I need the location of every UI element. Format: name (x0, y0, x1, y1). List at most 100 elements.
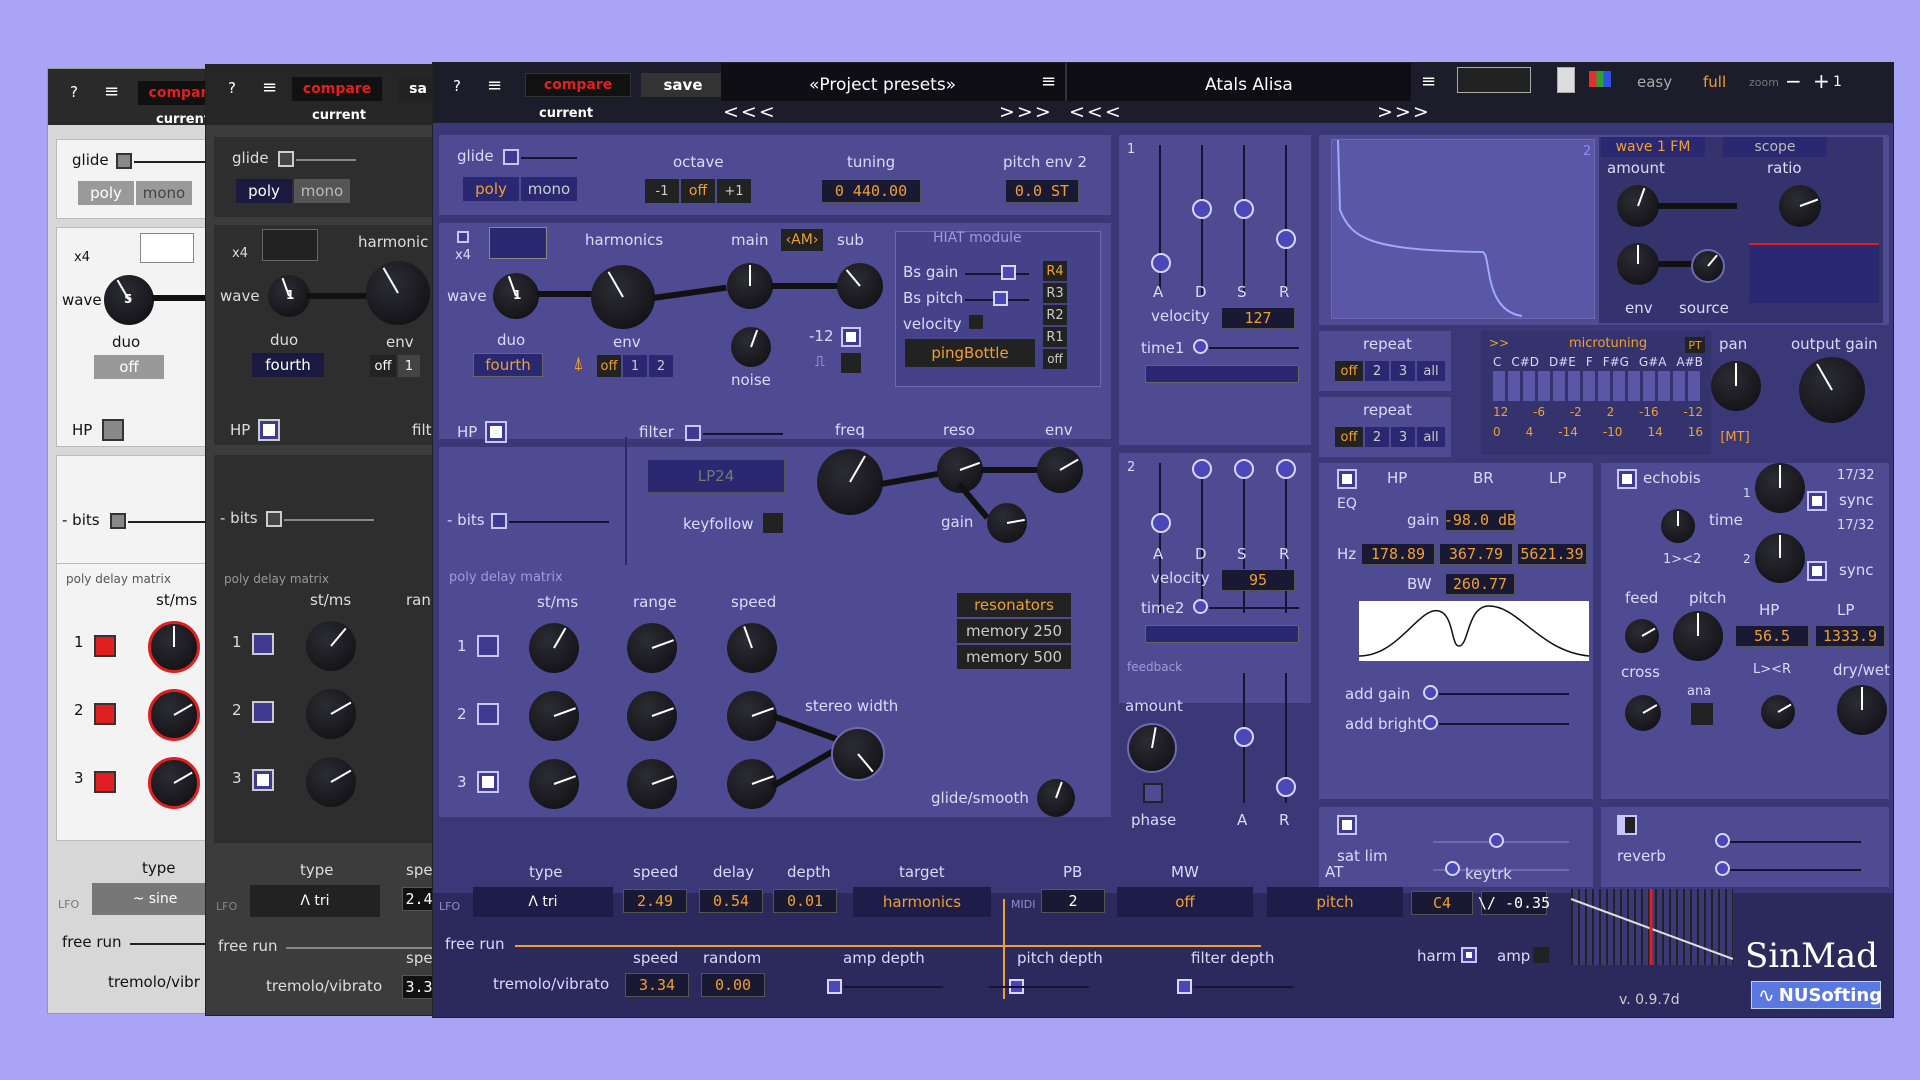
hiat-off-button[interactable]: off (1043, 349, 1067, 369)
add-bright-slider[interactable] (1423, 715, 1438, 730)
eq-lp-freq[interactable]: 5621.39 (1517, 543, 1587, 565)
bs-pitch-slider[interactable] (993, 291, 1008, 306)
harmonics-knob[interactable] (591, 265, 655, 329)
keytrack-amp-toggle[interactable] (1533, 947, 1549, 963)
feedback-release-slider[interactable] (1276, 777, 1296, 797)
memory-500-button[interactable]: memory 500 (957, 645, 1071, 669)
poly-button[interactable]: poly (463, 177, 519, 201)
delay-row2-toggle[interactable] (252, 701, 274, 723)
echo-hp-value[interactable]: 56.5 (1735, 625, 1809, 647)
delay-row1-toggle[interactable] (477, 635, 499, 657)
env-off-button[interactable]: off (597, 355, 621, 377)
delay-st-knob-2[interactable] (306, 689, 356, 739)
noise-knob[interactable] (731, 327, 771, 367)
save-button[interactable]: save (641, 73, 725, 97)
repeat1-2[interactable]: 2 (1365, 361, 1389, 381)
filter-depth-slider[interactable] (1177, 979, 1192, 994)
amp-depth-slider[interactable] (827, 979, 842, 994)
mt-button[interactable]: [MT] (1713, 427, 1757, 447)
env1-time-slider[interactable] (1193, 339, 1208, 354)
main-knob[interactable] (727, 263, 773, 309)
delay-row1-toggle[interactable] (252, 633, 274, 655)
waveform-view-icon[interactable] (1457, 67, 1531, 93)
delay-st-knob-3[interactable] (306, 757, 356, 807)
env-1-button[interactable]: 1 (398, 355, 420, 377)
phase-toggle[interactable] (1143, 783, 1163, 803)
delay-range-knob-2[interactable] (627, 691, 677, 741)
hiat-velocity-toggle[interactable] (969, 315, 983, 329)
x4-checkbox[interactable] (457, 231, 469, 243)
env2-decay-slider[interactable] (1192, 459, 1212, 479)
bits-slider[interactable] (491, 513, 507, 529)
delay-speed-knob-3[interactable] (727, 759, 777, 809)
delay-range-knob-1[interactable] (627, 623, 677, 673)
echo-sync1-checkbox[interactable] (1807, 491, 1827, 511)
delay-row2-toggle[interactable] (94, 703, 116, 725)
env1-velocity-value[interactable]: 127 (1221, 307, 1295, 329)
glide-checkbox[interactable] (116, 153, 132, 169)
compare-button[interactable]: compare (292, 77, 382, 101)
notes-icon[interactable] (1557, 67, 1575, 93)
echo-feed-knob[interactable] (1625, 619, 1659, 653)
tuning-value[interactable]: 0 440.00 (821, 179, 921, 203)
save-button[interactable]: sa (398, 77, 434, 101)
hiat-r2-button[interactable]: R2 (1043, 305, 1067, 325)
octave-minus-button[interactable]: -1 (645, 179, 679, 203)
delay-st-knob-2[interactable] (529, 691, 579, 741)
keytrack-harm-checkbox[interactable] (1461, 947, 1477, 963)
env-invert-icon[interactable]: ⍋ (573, 355, 584, 373)
tremolo-random-value[interactable]: 0.00 (701, 973, 765, 997)
keytrack-amount-value[interactable]: \/ -0.35 (1478, 891, 1550, 915)
env-1-button[interactable]: 1 (623, 355, 647, 377)
echo-cross-time-knob[interactable] (1661, 509, 1695, 543)
satlim-slider-2[interactable] (1445, 861, 1460, 876)
hiat-model-select[interactable]: pingBottle (905, 339, 1035, 367)
hp-checkbox[interactable] (102, 419, 124, 441)
lfo-target-select[interactable]: harmonics (853, 887, 991, 917)
scope-tab[interactable]: scope (1723, 137, 1827, 157)
help-button[interactable]: ? (228, 81, 236, 96)
echo-sync2-checkbox[interactable] (1807, 561, 1827, 581)
preset-menu-icon[interactable]: ≡ (1421, 73, 1436, 91)
repeat1-off[interactable]: off (1335, 361, 1363, 381)
delay-st-knob-3[interactable] (148, 757, 200, 809)
preset-next-button[interactable]: >>> (1377, 103, 1431, 122)
bs-gain-slider[interactable] (1001, 265, 1016, 280)
fm-env-knob[interactable] (1617, 243, 1659, 285)
echo-ana-toggle[interactable] (1691, 703, 1713, 725)
bits-slider[interactable] (266, 511, 282, 527)
eq-br-freq[interactable]: 367.79 (1439, 543, 1513, 565)
delay-row3-toggle[interactable] (252, 769, 274, 791)
env1-sustain-slider[interactable] (1234, 199, 1254, 219)
lfo-speed-value[interactable]: 2.49 (623, 889, 687, 913)
filter-mode-select[interactable]: LP24 (647, 459, 785, 493)
help-button[interactable]: ? (453, 79, 461, 94)
delay-row3-toggle[interactable] (94, 771, 116, 793)
hp-checkbox[interactable] (485, 421, 507, 443)
output-gain-knob[interactable] (1799, 357, 1865, 423)
lfo-type-select[interactable]: Λ tri (250, 885, 380, 917)
echo-time2-knob[interactable] (1755, 533, 1805, 583)
delay-range-knob-3[interactable] (627, 759, 677, 809)
tremolo-speed-value[interactable]: 3.34 (625, 973, 689, 997)
glide-smooth-knob[interactable] (1037, 779, 1075, 817)
bank-prev-button[interactable]: <<< (723, 103, 777, 122)
repeat2-3[interactable]: 3 (1391, 427, 1415, 447)
mono-button[interactable]: mono (521, 177, 577, 201)
reverb-toggle[interactable] (1617, 815, 1637, 835)
fm-source-knob[interactable] (1691, 249, 1725, 283)
lfo-type-select[interactable]: Λ tri (473, 887, 613, 917)
delay-row2-toggle[interactable] (477, 703, 499, 725)
hiat-r3-button[interactable]: R3 (1043, 283, 1067, 303)
repeat1-all[interactable]: all (1417, 361, 1445, 381)
echo-lp-value[interactable]: 1333.9 (1815, 625, 1885, 647)
menu-button[interactable]: ≡ (487, 77, 502, 95)
aftertouch-target-select[interactable]: pitch (1267, 887, 1403, 917)
delay-speed-knob-2[interactable] (727, 691, 777, 741)
modwheel-target-select[interactable]: off (1117, 887, 1253, 917)
octave-plus-button[interactable]: +1 (717, 179, 751, 203)
env1-attack-slider[interactable] (1151, 253, 1171, 273)
filter-gain-knob[interactable] (987, 503, 1027, 543)
repeat2-all[interactable]: all (1417, 427, 1445, 447)
env-2-button[interactable]: 2 (649, 355, 673, 377)
